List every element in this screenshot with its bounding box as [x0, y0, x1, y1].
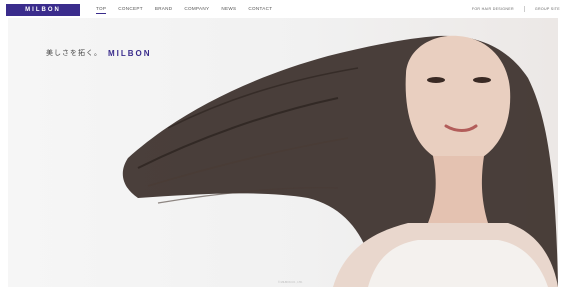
divider	[523, 6, 525, 12]
hero-tagline: 美しさを拓く。 MILBON	[46, 48, 152, 58]
for-hair-designer-link[interactable]: FOR HAIR DESIGNER	[472, 7, 514, 11]
hero-visual: 美しさを拓く。 MILBON © MILBON CO., LTD.	[8, 18, 558, 287]
main-nav: TOP CONCEPT BRAND COMPANY NEWS CONTACT	[96, 6, 272, 14]
right-eye	[473, 77, 491, 83]
milbon-logo[interactable]: MILBON	[6, 4, 80, 16]
hero-model-illustration	[122, 35, 558, 287]
nav-brand[interactable]: BRAND	[155, 6, 173, 11]
group-site-link[interactable]: GROUP SITE	[535, 7, 560, 11]
copyright-text: © MILBON CO., LTD.	[278, 281, 303, 284]
left-eye	[427, 77, 445, 83]
nav-contact[interactable]: CONTACT	[248, 6, 272, 11]
site-header: MILBON TOP CONCEPT BRAND COMPANY NEWS CO…	[0, 0, 566, 18]
neck	[428, 156, 488, 223]
utility-links: FOR HAIR DESIGNER GROUP SITE	[472, 6, 560, 12]
nav-concept[interactable]: CONCEPT	[118, 6, 143, 11]
nav-top[interactable]: TOP	[96, 6, 107, 14]
tagline-japanese: 美しさを拓く。	[46, 49, 102, 57]
nav-company[interactable]: COMPANY	[184, 6, 209, 11]
nav-news[interactable]: NEWS	[221, 6, 236, 11]
tagline-brand: MILBON	[108, 48, 152, 58]
